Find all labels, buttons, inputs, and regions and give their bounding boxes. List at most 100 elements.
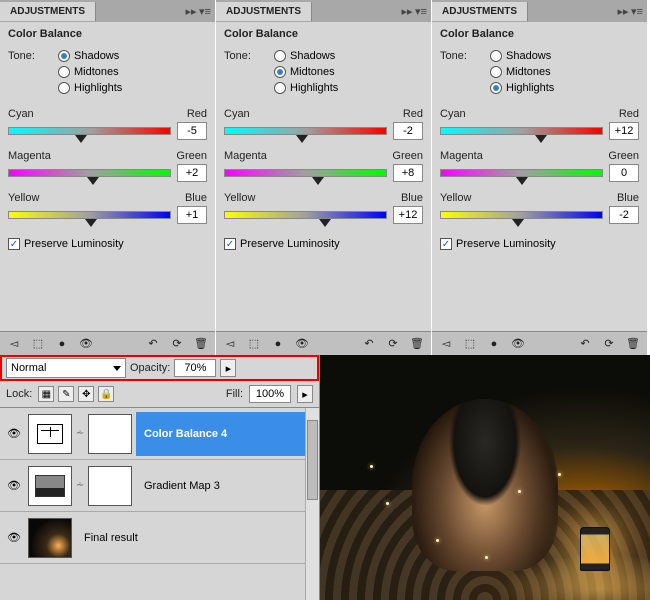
layer-row[interactable]: 👁 ⩪ Gradient Map 3: [0, 460, 319, 512]
slider-value-input[interactable]: [393, 122, 423, 140]
tone-option-shadows[interactable]: Shadows: [490, 50, 554, 62]
slider-track[interactable]: [440, 169, 603, 177]
panel-tab-label[interactable]: ADJUSTMENTS: [216, 2, 312, 21]
lock-transparency-icon[interactable]: ▦: [38, 386, 54, 402]
layer-name[interactable]: Final result: [76, 532, 138, 544]
slider-thumb[interactable]: [512, 219, 524, 227]
tone-option-shadows[interactable]: Shadows: [274, 50, 338, 62]
blend-mode-select[interactable]: Normal: [6, 358, 126, 378]
previous-state-icon[interactable]: ↶: [361, 336, 377, 352]
previous-state-icon[interactable]: ↶: [145, 336, 161, 352]
opacity-input[interactable]: [174, 359, 216, 377]
expand-icon[interactable]: ⬚: [246, 336, 262, 352]
fill-input[interactable]: [249, 385, 291, 403]
link-icon[interactable]: ⩪: [76, 428, 84, 439]
checkbox-icon: [440, 238, 452, 250]
tone-option-midtones[interactable]: Midtones: [490, 66, 554, 78]
visibility-toggle[interactable]: 👁: [4, 424, 24, 444]
layers-scrollbar[interactable]: [305, 408, 319, 600]
visibility-icon[interactable]: 👁: [78, 336, 94, 352]
slider-value-input[interactable]: [177, 122, 207, 140]
reset-icon[interactable]: ⟳: [169, 336, 185, 352]
lock-position-icon[interactable]: ✥: [78, 386, 94, 402]
slider-value-input[interactable]: [177, 164, 207, 182]
visibility-toggle[interactable]: 👁: [4, 476, 24, 496]
collapse-icon[interactable]: ▸▸: [617, 5, 629, 17]
layer-name[interactable]: Color Balance 4: [136, 412, 315, 456]
slider-thumb[interactable]: [319, 219, 331, 227]
panel-tab-label[interactable]: ADJUSTMENTS: [0, 2, 96, 21]
preserve-luminosity-checkbox[interactable]: Preserve Luminosity: [224, 238, 423, 250]
trash-icon[interactable]: 🗑: [625, 336, 641, 352]
slider-thumb[interactable]: [516, 177, 528, 185]
adjustment-thumbnail[interactable]: [28, 414, 72, 454]
mask-thumbnail[interactable]: [88, 414, 132, 454]
visibility-toggle[interactable]: 👁: [4, 528, 24, 548]
trash-icon[interactable]: 🗑: [193, 336, 209, 352]
previous-state-icon[interactable]: ↶: [577, 336, 593, 352]
slider-value-input[interactable]: [609, 164, 639, 182]
reset-icon[interactable]: ⟳: [601, 336, 617, 352]
panel-menu-icon[interactable]: ▾≡: [631, 5, 643, 17]
adjustment-thumbnail[interactable]: [28, 466, 72, 506]
slider-value-input[interactable]: [609, 122, 639, 140]
collapse-icon[interactable]: ▸▸: [185, 5, 197, 17]
visibility-icon[interactable]: 👁: [510, 336, 526, 352]
scrollbar-thumb[interactable]: [307, 420, 318, 500]
slider-value-input[interactable]: [393, 164, 423, 182]
trash-icon[interactable]: 🗑: [409, 336, 425, 352]
lock-all-icon[interactable]: 🔒: [98, 386, 114, 402]
panel-tab-bar: ADJUSTMENTS ▸▸ ▾≡: [216, 0, 431, 22]
panel-menu-icon[interactable]: ▾≡: [199, 5, 211, 17]
slider-thumb[interactable]: [296, 135, 308, 143]
clip-icon[interactable]: ●: [486, 336, 502, 352]
slider-track[interactable]: [224, 211, 387, 219]
preserve-luminosity-checkbox[interactable]: Preserve Luminosity: [440, 238, 639, 250]
panel-menu-icon[interactable]: ▾≡: [415, 5, 427, 17]
slider-value-input[interactable]: [393, 206, 423, 224]
slider-magenta-green: MagentaGreen: [224, 150, 423, 182]
panel-tab-label[interactable]: ADJUSTMENTS: [432, 2, 528, 21]
mask-thumbnail[interactable]: [88, 466, 132, 506]
layer-row[interactable]: 👁 Final result: [0, 512, 319, 564]
slider-thumb[interactable]: [312, 177, 324, 185]
slider-track[interactable]: [224, 169, 387, 177]
slider-track[interactable]: [440, 127, 603, 135]
slider-track[interactable]: [8, 211, 171, 219]
expand-icon[interactable]: ⬚: [462, 336, 478, 352]
slider-value-input[interactable]: [609, 206, 639, 224]
slider-track[interactable]: [224, 127, 387, 135]
layer-thumbnail[interactable]: [28, 518, 72, 558]
tone-option-highlights[interactable]: Highlights: [490, 82, 554, 94]
tone-option-midtones[interactable]: Midtones: [274, 66, 338, 78]
opacity-flyout-button[interactable]: ▸: [220, 359, 236, 377]
back-icon[interactable]: ◅: [438, 336, 454, 352]
clip-icon[interactable]: ●: [54, 336, 70, 352]
lock-image-icon[interactable]: ✎: [58, 386, 74, 402]
tone-option-highlights[interactable]: Highlights: [274, 82, 338, 94]
link-icon[interactable]: ⩪: [76, 480, 84, 491]
slider-thumb[interactable]: [75, 135, 87, 143]
tone-option-highlights[interactable]: Highlights: [58, 82, 122, 94]
preserve-luminosity-checkbox[interactable]: Preserve Luminosity: [8, 238, 207, 250]
slider-track[interactable]: [8, 169, 171, 177]
slider-thumb[interactable]: [535, 135, 547, 143]
slider-track[interactable]: [440, 211, 603, 219]
gradient-map-icon: [35, 475, 65, 497]
clip-icon[interactable]: ●: [270, 336, 286, 352]
slider-value-input[interactable]: [177, 206, 207, 224]
collapse-icon[interactable]: ▸▸: [401, 5, 413, 17]
slider-thumb[interactable]: [85, 219, 97, 227]
layer-name[interactable]: Gradient Map 3: [136, 480, 220, 492]
reset-icon[interactable]: ⟳: [385, 336, 401, 352]
back-icon[interactable]: ◅: [222, 336, 238, 352]
back-icon[interactable]: ◅: [6, 336, 22, 352]
slider-thumb[interactable]: [87, 177, 99, 185]
tone-option-midtones[interactable]: Midtones: [58, 66, 122, 78]
slider-track[interactable]: [8, 127, 171, 135]
visibility-icon[interactable]: 👁: [294, 336, 310, 352]
expand-icon[interactable]: ⬚: [30, 336, 46, 352]
layer-row[interactable]: 👁 ⩪ Color Balance 4: [0, 408, 319, 460]
tone-option-shadows[interactable]: Shadows: [58, 50, 122, 62]
fill-flyout-button[interactable]: ▸: [297, 385, 313, 403]
